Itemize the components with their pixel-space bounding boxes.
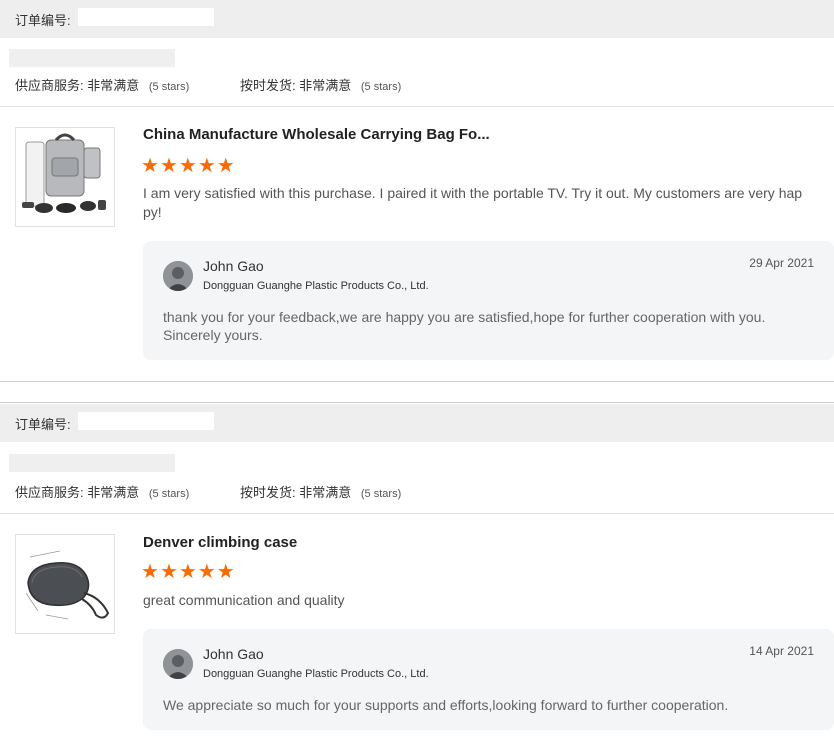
supplier-service-stars: (5 stars) [148, 81, 190, 93]
order-number-label: 订单编号: [15, 417, 71, 432]
star-icon: ★ [141, 155, 160, 177]
rating-stars: ★★★★★ [141, 561, 236, 583]
ontime-stars: (5 stars) [360, 488, 402, 500]
star-icon: ★ [159, 155, 179, 177]
star-icon: ★ [216, 561, 236, 583]
reply-author-name: John Gao [203, 258, 264, 274]
reply-company: Dongguan Guanghe Plastic Products Co., L… [203, 668, 429, 680]
review-text: I am very satisfied with this purchase. … [143, 185, 803, 220]
reply-date: 14 Apr 2021 [749, 644, 814, 658]
supplier-service-value: 非常满意 [87, 485, 140, 500]
product-image[interactable] [15, 127, 115, 227]
avatar [163, 649, 193, 679]
order-number-label: 订单编号: [15, 13, 71, 28]
star-icon: ★ [141, 561, 160, 583]
reply-company: Dongguan Guanghe Plastic Products Co., L… [203, 280, 429, 292]
product-image[interactable] [15, 534, 115, 634]
product-title[interactable]: Denver climbing case [143, 534, 297, 551]
star-icon: ★ [197, 155, 217, 177]
ontime-value: 非常满意 [299, 78, 352, 93]
supplier-service-label: 供应商服务: [15, 485, 84, 500]
divider [0, 106, 834, 107]
order-header: 订单编号: [0, 0, 834, 38]
supplier-service-stars: (5 stars) [148, 488, 190, 500]
order-number-redacted [78, 8, 214, 26]
star-icon: ★ [178, 561, 198, 583]
divider [0, 513, 834, 514]
reply-text: We appreciate so much for your supports … [163, 697, 729, 713]
buyer-name-redacted [9, 454, 175, 472]
supplier-ratings: 供应商服务: 非常满意 (5 stars) 按时发货: 非常满意 (5 star… [15, 482, 401, 501]
supplier-reply: John Gao Dongguan Guanghe Plastic Produc… [143, 241, 834, 360]
supplier-service-label: 供应商服务: [15, 78, 84, 93]
ontime-label: 按时发货: [240, 485, 296, 500]
review-text: great communication and quality [143, 592, 345, 608]
reply-date: 29 Apr 2021 [749, 256, 814, 270]
rating-stars: ★★★★★ [141, 155, 236, 177]
order-header: 订单编号: [0, 404, 834, 442]
order-separator [0, 381, 834, 403]
supplier-ratings: 供应商服务: 非常满意 (5 stars) 按时发货: 非常满意 (5 star… [15, 75, 401, 94]
buyer-name-redacted [9, 49, 175, 67]
supplier-reply: John Gao Dongguan Guanghe Plastic Produc… [143, 629, 834, 730]
ontime-stars: (5 stars) [360, 81, 402, 93]
product-title[interactable]: China Manufacture Wholesale Carrying Bag… [143, 126, 490, 143]
star-icon: ★ [178, 155, 198, 177]
reply-author-name: John Gao [203, 646, 264, 662]
reply-text: thank you for your feedback,we are happy… [163, 309, 766, 343]
case-product-icon [25, 550, 110, 620]
star-icon: ★ [216, 155, 236, 177]
star-icon: ★ [159, 561, 179, 583]
order-number-redacted [78, 412, 214, 430]
ontime-value: 非常满意 [299, 485, 352, 500]
supplier-service-value: 非常满意 [87, 78, 140, 93]
backpack-product-icon [22, 133, 106, 213]
ontime-label: 按时发货: [240, 78, 296, 93]
avatar [163, 261, 193, 291]
star-icon: ★ [197, 561, 217, 583]
